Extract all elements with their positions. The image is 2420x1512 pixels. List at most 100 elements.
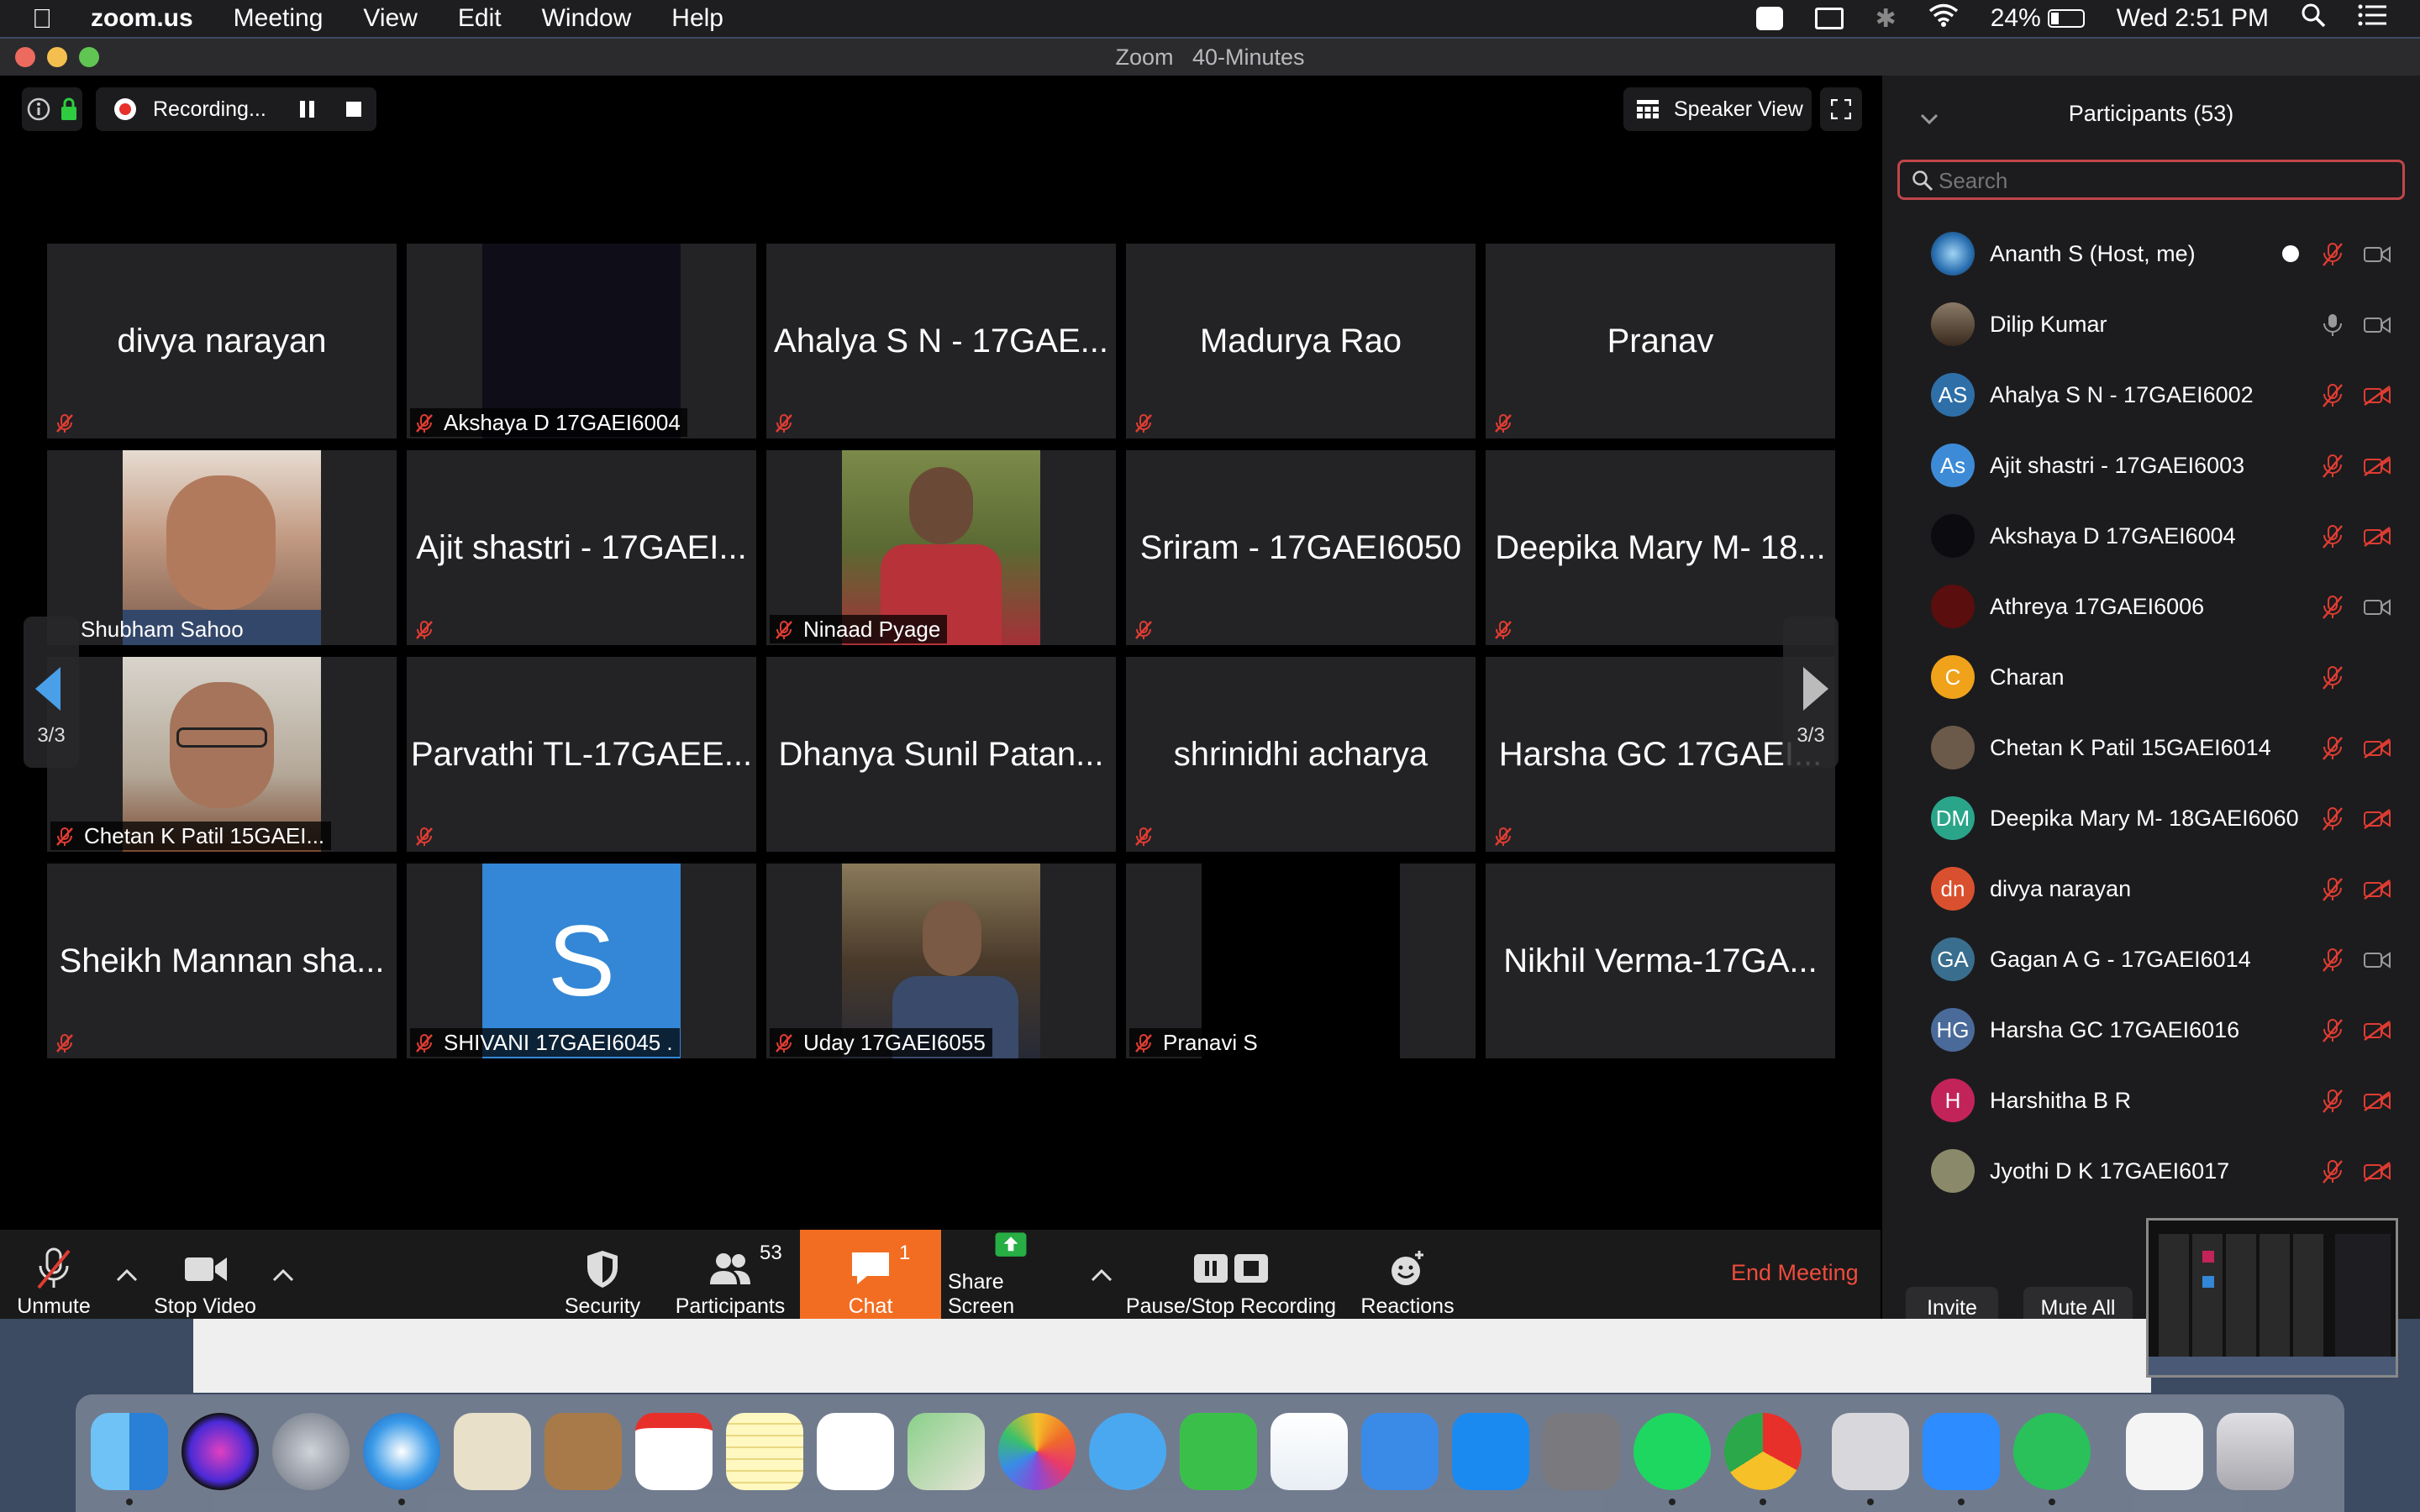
- clock[interactable]: Wed 2:51 PM: [2117, 4, 2269, 33]
- system-preferences-icon[interactable]: [1543, 1413, 1620, 1490]
- video-off-icon[interactable]: [2363, 738, 2391, 759]
- muted-mic-icon[interactable]: [2321, 1089, 2344, 1114]
- calculator-icon[interactable]: [1832, 1413, 1909, 1490]
- safari-icon[interactable]: [363, 1413, 440, 1490]
- share-screen-button[interactable]: Share Screen: [948, 1230, 1074, 1327]
- video-tile[interactable]: Ajit shastri - 17GAEI...: [407, 450, 756, 645]
- muted-mic-icon[interactable]: [2321, 595, 2344, 620]
- video-tile[interactable]: Pranavi S: [1126, 864, 1476, 1058]
- finder-icon[interactable]: [91, 1413, 168, 1490]
- fullscreen-button[interactable]: [1820, 87, 1862, 131]
- info-icon[interactable]: [27, 97, 50, 121]
- video-off-icon[interactable]: [2363, 879, 2391, 900]
- muted-mic-icon[interactable]: [2321, 1018, 2344, 1043]
- audio-options-chevron-icon[interactable]: [114, 1267, 139, 1284]
- muted-mic-icon[interactable]: [2321, 948, 2344, 973]
- app-store-icon[interactable]: [1452, 1413, 1529, 1490]
- launchpad-icon[interactable]: [272, 1413, 350, 1490]
- zoom-window-button[interactable]: [79, 47, 99, 67]
- video-off-icon[interactable]: [2363, 455, 2391, 477]
- menu-help[interactable]: Help: [671, 4, 723, 33]
- participant-row[interactable]: dn divya narayan: [1882, 853, 2420, 924]
- participant-row[interactable]: GA Gagan A G - 17GAEI6014: [1882, 924, 2420, 995]
- video-tile[interactable]: Pranav: [1486, 244, 1835, 438]
- menu-app-name[interactable]: zoom.us: [91, 4, 193, 33]
- participant-row[interactable]: Dilip Kumar: [1882, 289, 2420, 360]
- messages-icon[interactable]: [1089, 1413, 1166, 1490]
- participant-row[interactable]: As Ajit shastri - 17GAEI6003: [1882, 430, 2420, 501]
- mail-icon[interactable]: [454, 1413, 531, 1490]
- security-button[interactable]: Security: [555, 1230, 650, 1327]
- menu-window[interactable]: Window: [542, 4, 632, 33]
- video-off-icon[interactable]: [2363, 808, 2391, 830]
- video-camera-icon[interactable]: [2363, 314, 2391, 336]
- muted-mic-icon[interactable]: [2321, 806, 2344, 832]
- video-tile[interactable]: divya narayan: [47, 244, 397, 438]
- participant-row[interactable]: Jyothi D K 17GAEI6017: [1882, 1136, 2420, 1206]
- mic-icon[interactable]: [2321, 312, 2344, 338]
- zoom-app-icon[interactable]: [1923, 1413, 2000, 1490]
- battery-status[interactable]: 24%: [1991, 4, 2085, 33]
- airplay-icon[interactable]: [1814, 8, 1844, 29]
- video-tile[interactable]: Ninaad Pyage: [766, 450, 1116, 645]
- stop-video-button[interactable]: Stop Video: [151, 1230, 259, 1327]
- participant-row[interactable]: Athreya 17GAEI6006: [1882, 571, 2420, 642]
- notification-center-icon[interactable]: [2358, 4, 2386, 33]
- video-camera-icon[interactable]: [2363, 596, 2391, 618]
- calendar-icon[interactable]: [635, 1413, 713, 1490]
- stop-recording-icon[interactable]: [345, 102, 361, 117]
- photos-icon[interactable]: [998, 1413, 1076, 1490]
- video-tile[interactable]: Shubham Sahoo: [47, 450, 397, 645]
- video-tile[interactable]: Deepika Mary M- 18...: [1486, 450, 1835, 645]
- pause-stop-recording-button[interactable]: Pause/Stop Recording: [1124, 1230, 1338, 1327]
- share-options-chevron-icon[interactable]: [1089, 1267, 1114, 1284]
- screen-thumbnail-preview[interactable]: [2146, 1218, 2398, 1378]
- video-tile[interactable]: Akshaya D 17GAEI6004: [407, 244, 756, 438]
- muted-mic-icon[interactable]: [2321, 454, 2344, 479]
- wifi-icon[interactable]: [1928, 3, 1959, 34]
- video-off-icon[interactable]: [2363, 385, 2391, 407]
- speaker-view-button[interactable]: Speaker View: [1623, 87, 1812, 131]
- participant-row[interactable]: Chetan K Patil 15GAEI6014: [1882, 712, 2420, 783]
- zoom-status-icon[interactable]: [1755, 7, 1783, 30]
- encryption-lock-icon[interactable]: [60, 97, 78, 121]
- participant-row[interactable]: Akshaya D 17GAEI6004: [1882, 501, 2420, 571]
- video-tile[interactable]: Madurya Rao: [1126, 244, 1476, 438]
- participant-row[interactable]: HG Harsha GC 17GAEI6016: [1882, 995, 2420, 1065]
- close-window-button[interactable]: [15, 47, 35, 67]
- participant-row[interactable]: H Harshitha B R: [1882, 1065, 2420, 1136]
- muted-mic-icon[interactable]: [2321, 524, 2344, 549]
- video-tile[interactable]: shrinidhi acharya: [1126, 657, 1476, 852]
- video-camera-icon[interactable]: [2363, 949, 2391, 971]
- video-off-icon[interactable]: [2363, 1020, 2391, 1042]
- chat-button[interactable]: Chat: [800, 1230, 941, 1327]
- video-tile[interactable]: Sriram - 17GAEI6050: [1126, 450, 1476, 645]
- participant-row[interactable]: AS Ahalya S N - 17GAEI6002: [1882, 360, 2420, 430]
- search-input[interactable]: [1937, 167, 2394, 194]
- video-options-chevron-icon[interactable]: [271, 1267, 296, 1284]
- reactions-button[interactable]: Reactions: [1356, 1230, 1459, 1327]
- previous-page-button[interactable]: 3/3: [24, 617, 79, 768]
- video-tile[interactable]: Parvathi TL-17GAEE...: [407, 657, 756, 852]
- muted-mic-icon[interactable]: [2321, 665, 2344, 690]
- keynote-icon[interactable]: [1361, 1413, 1439, 1490]
- bluetooth-icon[interactable]: ✱: [1876, 4, 1897, 34]
- search-box[interactable]: [1897, 160, 2405, 200]
- pause-recording-icon[interactable]: [299, 101, 314, 118]
- video-tile[interactable]: Dhanya Sunil Patan...: [766, 657, 1116, 852]
- video-tile[interactable]: S SHIVANI 17GAEI6045 .: [407, 864, 756, 1058]
- numbers-icon[interactable]: [1270, 1413, 1348, 1490]
- spotlight-search-icon[interactable]: [2301, 3, 2326, 34]
- facetime-icon[interactable]: [1180, 1413, 1257, 1490]
- participant-row[interactable]: C Charan: [1882, 642, 2420, 712]
- video-off-icon[interactable]: [2363, 1161, 2391, 1183]
- video-tile[interactable]: Sheikh Mannan sha...: [47, 864, 397, 1058]
- muted-mic-icon[interactable]: [2321, 877, 2344, 902]
- muted-mic-icon[interactable]: [2321, 242, 2344, 267]
- spotify-icon[interactable]: [1634, 1413, 1711, 1490]
- video-camera-icon[interactable]: [2363, 244, 2391, 265]
- end-meeting-button[interactable]: End Meeting: [1731, 1260, 1859, 1286]
- unmute-button[interactable]: Unmute: [15, 1230, 92, 1327]
- muted-mic-icon[interactable]: [2321, 736, 2344, 761]
- minimize-window-button[interactable]: [47, 47, 67, 67]
